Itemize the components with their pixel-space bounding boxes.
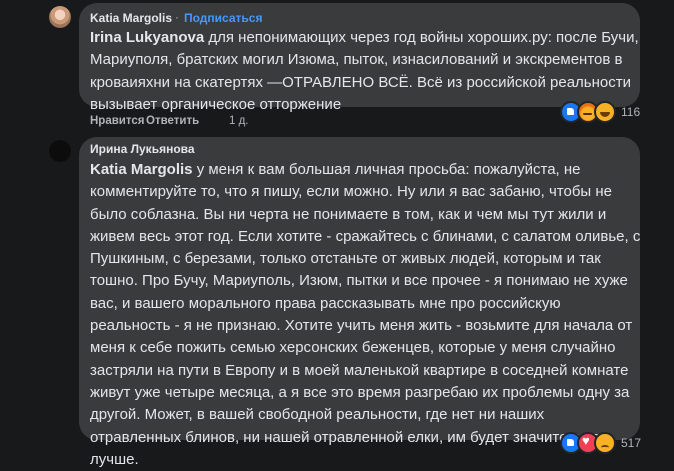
comment-line: было соблазна. Вы ни черта не понимаете … [90,205,607,223]
mention-link[interactable]: Katia Margolis [90,161,193,178]
reaction-count: 116 [621,105,641,119]
follow-button[interactable]: Подписаться [184,11,262,25]
comment-text: Katia Margolis у меня к вам большая личн… [90,159,640,471]
comment-line: вызывает органическое отторжение [90,95,342,113]
reply-button[interactable]: Ответить [146,115,199,127]
avatar-irina-lukyanova[interactable] [49,140,71,162]
comment-author[interactable]: Katia Margolis [90,11,172,25]
comment-line: кроваияхни на скатертях —ОТРАВЛЕНО ВСЁ. … [90,73,631,91]
comment-line: отравленных блинов, ни нашей отравленной… [90,428,601,446]
comment-line: лучше. [90,450,139,468]
comment-line: Мариуполя, братских могил Изюма, пыток, … [90,51,623,69]
comment-line: живут уже четыре месяца, а я все это вре… [90,383,630,401]
comment-line: вас, и вашего морального права рассказыв… [90,294,561,312]
reactions-summary[interactable]: 116 [560,101,640,123]
separator-dot: · [175,10,179,24]
mention-link[interactable]: Irina Lukyanova [90,29,204,46]
haha-icon [594,101,616,123]
avatar-katia-margolis[interactable] [49,6,71,28]
reaction-count: 517 [621,436,642,450]
comment-bubble: Ирина Лукьянова Katia Margolis у меня к … [79,137,640,468]
comment-author[interactable]: Ирина Лукьянова [90,142,195,156]
comment-line: меня к себе пожить семью херсонских беже… [90,339,616,357]
sad-icon [594,432,616,454]
like-button[interactable]: Нравится [90,115,144,127]
comment-bubble: Katia Margolis · Подписаться Irina Lukya… [79,3,640,113]
reactions-summary[interactable]: 517 [560,432,641,454]
comment-text: Irina Lukyanova для непонимающих через г… [90,27,639,116]
comment-line: застряли на пути в Европу и в моей мален… [90,361,629,379]
comment-line: Пушкиным, с березами, только отстаньте о… [90,250,601,268]
comment-line: живем весь этот год. Если хотите - сража… [90,227,641,245]
comment-line: для непонимающих через год войны хороших… [204,29,639,46]
comment-line: у меня к вам большая личная просьба: пож… [192,161,581,178]
comment-line: комментируйте то, что я пишу, если можно… [90,183,613,201]
comment-line: тошно. Про Бучу, Мариуполь, Изюм, пытки … [90,272,628,290]
timestamp[interactable]: 1 д. [229,115,249,127]
comment-line: реальность - я не признаю. Хотите учить … [90,317,633,335]
comment-line: другой. Может, в вашей свободной реально… [90,406,545,424]
